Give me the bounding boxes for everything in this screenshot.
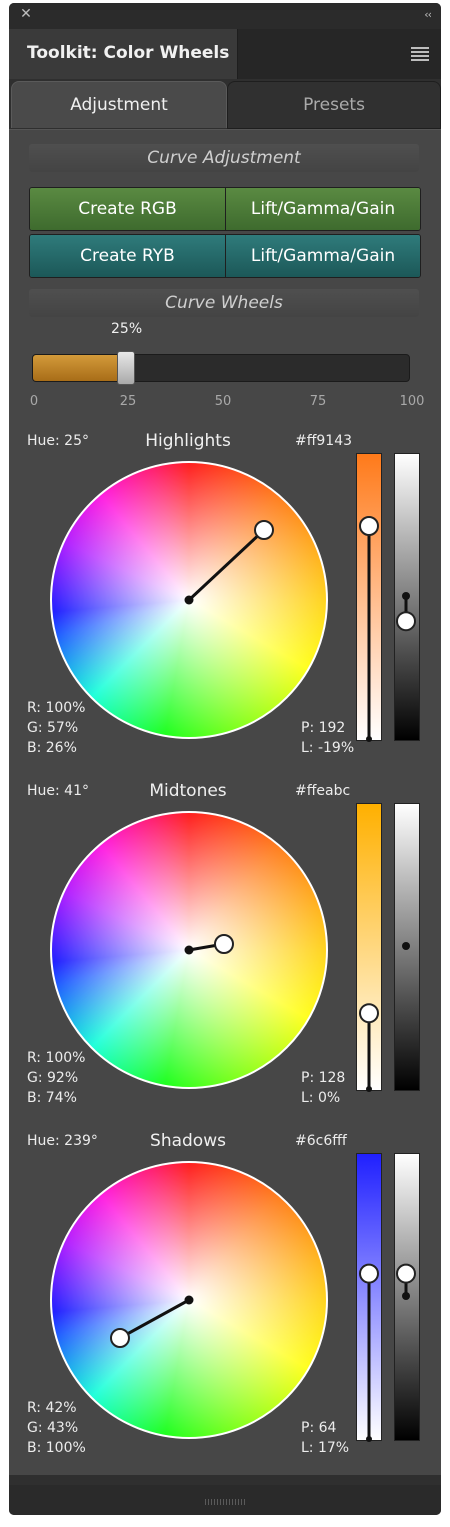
curve-wheels-slider[interactable] <box>32 354 410 382</box>
midtones-g-value: G: 92% <box>27 1070 79 1086</box>
shadows-title: Shadows <box>150 1131 226 1151</box>
midtones-pl-readout: P: 128 L: 0% <box>301 1068 345 1108</box>
shadows-overlay <box>110 1263 416 1442</box>
slider-thumb[interactable] <box>117 351 135 385</box>
highlights-hex-value: #ff9143 <box>295 433 353 449</box>
panel-title: Toolkit: Color Wheels <box>27 43 230 63</box>
highlights-wheel-handle[interactable] <box>254 520 274 540</box>
slider-tick: 0 <box>29 394 39 409</box>
shadows-luma-handle[interactable] <box>396 1263 416 1284</box>
highlights-r-value: R: 100% <box>27 700 86 716</box>
slider-tick: 100 <box>399 394 425 409</box>
rgb-button-row: Create RGB Lift/Gamma/Gain <box>29 187 421 231</box>
shadows-hex-value: #6c6fff <box>295 1133 347 1149</box>
midtones-l-value: L: 0% <box>301 1090 341 1106</box>
highlights-color-bar-handle[interactable] <box>359 516 379 536</box>
midtones-hue-label: Hue: 41° <box>27 783 89 799</box>
collapse-icon[interactable]: ‹‹ <box>424 8 432 21</box>
shadows-hue-label: Hue: 239° <box>27 1133 98 1149</box>
resize-grip-icon[interactable] <box>205 1499 245 1505</box>
midtones-r-value: R: 100% <box>27 1050 86 1066</box>
curve-wheels-heading: Curve Wheels <box>29 289 419 317</box>
create-ryb-button[interactable]: Create RYB <box>30 235 226 277</box>
highlights-b-value: B: 26% <box>27 740 77 756</box>
shadows-luma-center-dot <box>402 1292 410 1300</box>
rgb-lift-gamma-gain-button[interactable]: Lift/Gamma/Gain <box>226 188 420 230</box>
slider-tick: 75 <box>309 394 327 409</box>
slider-tick: 50 <box>214 394 232 409</box>
midtones-luma-center-dot <box>402 942 410 950</box>
shadows-l-value: L: 17% <box>301 1440 350 1456</box>
shadows-pl-readout: P: 64 L: 17% <box>301 1418 349 1458</box>
highlights-luma-handle[interactable] <box>396 611 416 632</box>
shadows-color-bar-handle[interactable] <box>359 1263 379 1284</box>
shadows-rgb-readout: R: 42% G: 43% B: 100% <box>27 1398 86 1458</box>
window-topbar: ✕ ‹‹ <box>9 3 441 29</box>
midtones-b-value: B: 74% <box>27 1090 77 1106</box>
midtones-hex-value: #ffeabc <box>295 783 351 799</box>
highlights-rgb-readout: R: 100% G: 57% B: 26% <box>27 698 86 758</box>
highlights-g-value: G: 57% <box>27 720 79 736</box>
shadows-b-value: B: 100% <box>27 1440 86 1456</box>
midtones-title: Midtones <box>149 781 227 801</box>
highlights-l-value: L: -19% <box>301 740 355 756</box>
ryb-lift-gamma-gain-button[interactable]: Lift/Gamma/Gain <box>226 235 420 277</box>
panel-resize-bar[interactable] <box>9 1485 441 1515</box>
slider-fill <box>33 355 127 381</box>
highlights-p-value: P: 192 <box>301 720 346 736</box>
midtones-p-value: P: 128 <box>301 1070 346 1086</box>
midtones-wheel-handle[interactable] <box>214 934 234 954</box>
slider-tick: 25 <box>119 394 137 409</box>
highlights-color-bar-anchor <box>366 736 372 742</box>
tab-bar: Adjustment Presets <box>9 81 441 129</box>
ryb-button-row: Create RYB Lift/Gamma/Gain <box>29 234 421 278</box>
close-icon[interactable]: ✕ <box>19 7 33 21</box>
highlights-center-dot <box>184 595 194 605</box>
panel-title-tab[interactable]: Toolkit: Color Wheels <box>9 29 238 79</box>
tab-presets[interactable]: Presets <box>227 81 441 129</box>
color-wheels-panel: ✕ ‹‹ Toolkit: Color Wheels Adjustment Pr… <box>9 3 441 1515</box>
tab-adjustment[interactable]: Adjustment <box>11 81 227 128</box>
shadows-color-bar-anchor <box>366 1436 372 1442</box>
create-rgb-button[interactable]: Create RGB <box>30 188 226 230</box>
midtones-color-bar-anchor <box>366 1086 372 1092</box>
highlights-luma-center-dot <box>402 592 410 600</box>
midtones-center-dot <box>184 945 194 955</box>
shadows-r-value: R: 42% <box>27 1400 77 1416</box>
highlights-title: Highlights <box>145 431 231 451</box>
slider-value-label: 25% <box>111 321 143 337</box>
midtones-color-bar-handle[interactable] <box>359 1003 379 1024</box>
highlights-pl-readout: P: 192 L: -19% <box>301 718 354 758</box>
panel-titlebar: Toolkit: Color Wheels <box>9 29 441 79</box>
panel-menu-icon[interactable] <box>411 47 429 61</box>
shadows-g-value: G: 43% <box>27 1420 79 1436</box>
shadows-p-value: P: 64 <box>301 1420 337 1436</box>
curve-adjustment-heading: Curve Adjustment <box>29 144 419 172</box>
midtones-rgb-readout: R: 100% G: 92% B: 74% <box>27 1048 86 1108</box>
shadows-wheel-handle[interactable] <box>110 1328 130 1348</box>
highlights-hue-label: Hue: 25° <box>27 433 89 449</box>
shadows-center-dot <box>184 1295 194 1305</box>
